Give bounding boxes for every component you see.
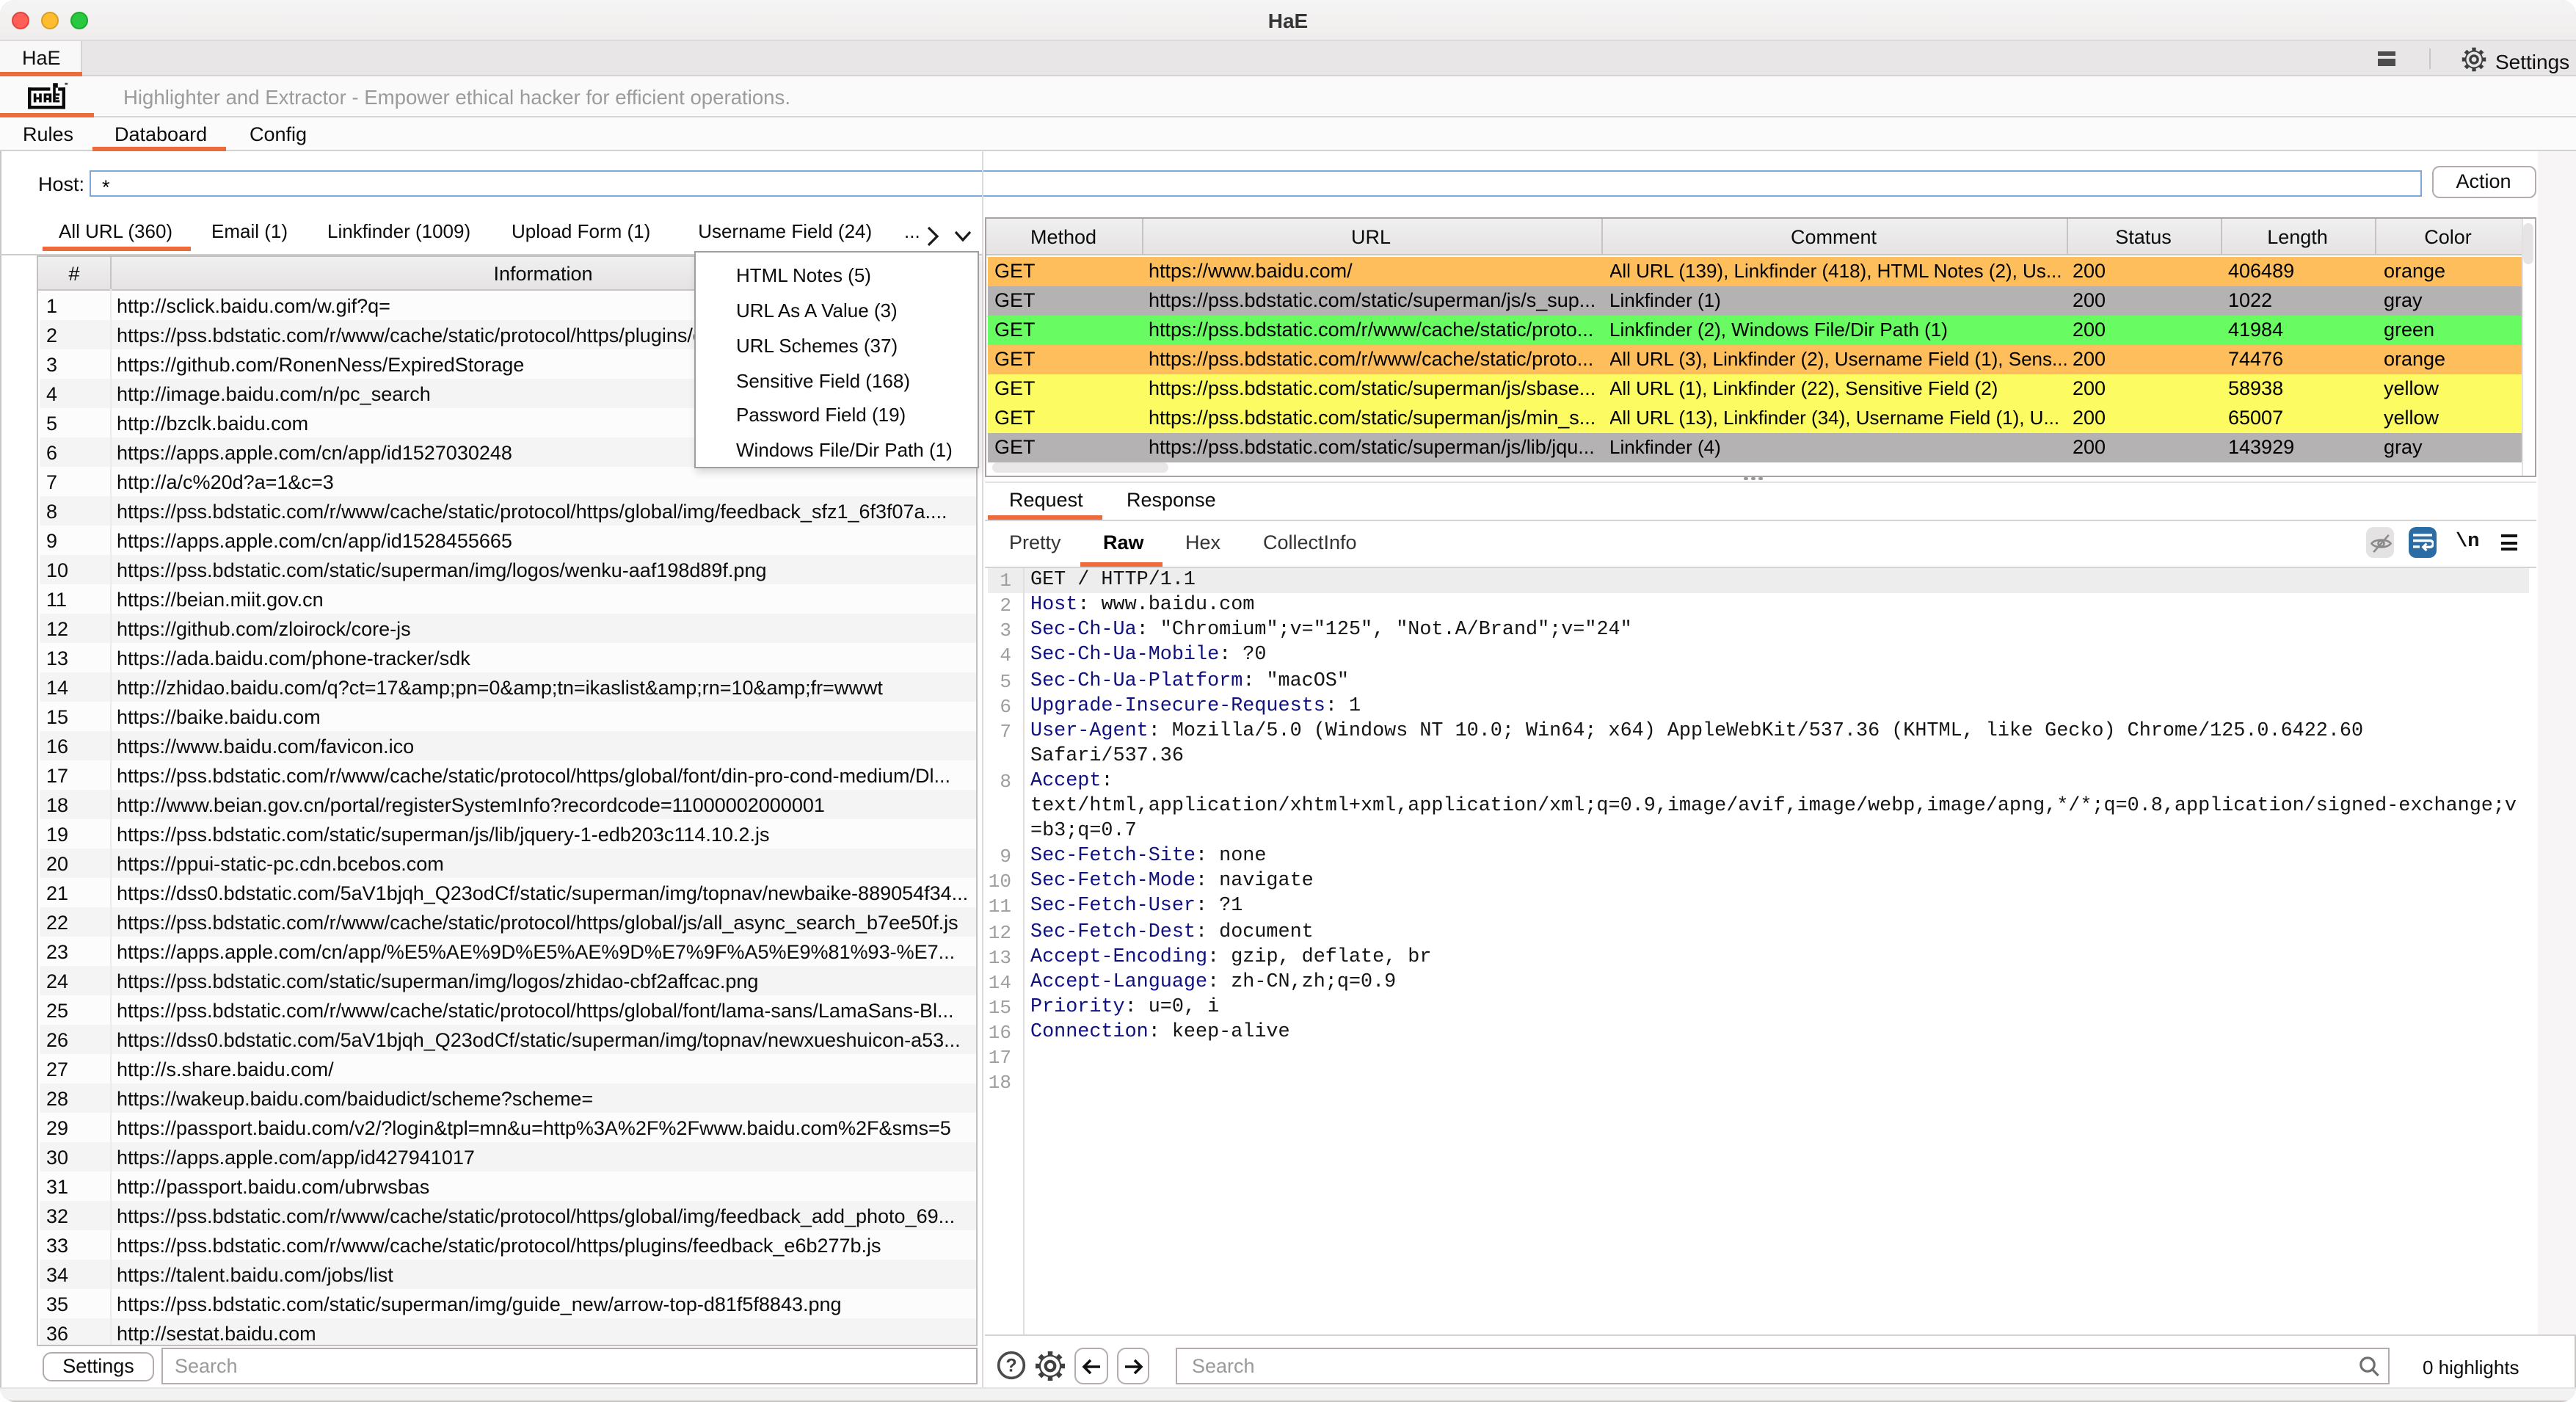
svg-text:?: ? [1005, 1356, 1016, 1376]
